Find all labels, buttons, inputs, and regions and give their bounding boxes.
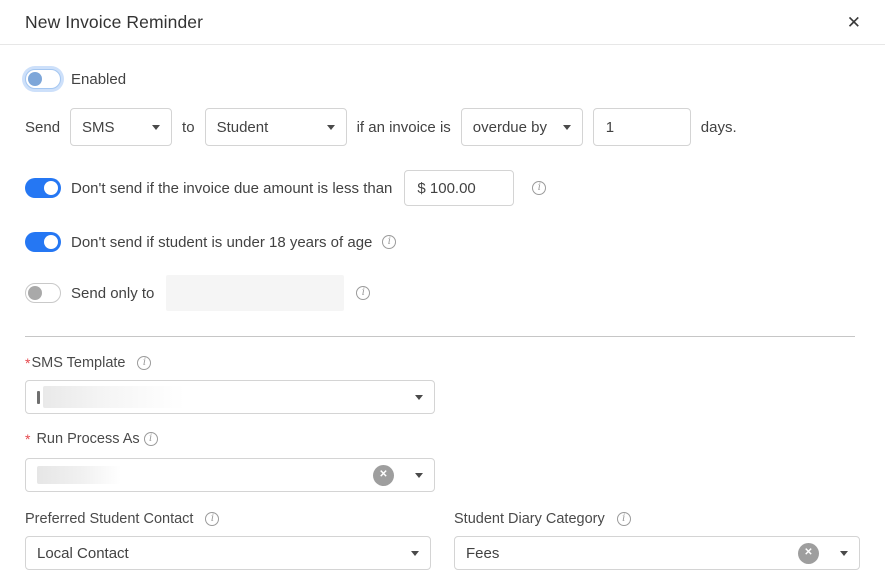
run-process-select[interactable]: ✕ bbox=[25, 458, 435, 492]
bottom-fields: Preferred Student Contact i Local Contac… bbox=[25, 511, 860, 570]
clear-icon[interactable]: ✕ bbox=[373, 465, 394, 486]
dialog-header: New Invoice Reminder ✕ bbox=[0, 0, 885, 45]
redacted-text-fragment bbox=[37, 391, 40, 404]
run-process-label: Run Process As bbox=[36, 431, 139, 447]
diary-category-select[interactable]: Fees ✕ bbox=[454, 536, 860, 570]
toggle-knob bbox=[28, 72, 42, 86]
condition-prefix-label: if an invoice is bbox=[357, 119, 451, 136]
section-divider bbox=[25, 336, 855, 337]
recipient-select[interactable]: Student bbox=[205, 108, 347, 146]
sms-template-select[interactable] bbox=[25, 380, 435, 414]
run-process-value-redacted bbox=[37, 466, 373, 484]
enabled-label: Enabled bbox=[71, 71, 126, 88]
min-amount-toggle[interactable] bbox=[25, 178, 61, 198]
dialog-title: New Invoice Reminder bbox=[25, 12, 203, 33]
chevron-down-icon bbox=[840, 551, 848, 556]
send-rule-row: Send SMS to Student if an invoice is ove… bbox=[25, 108, 860, 146]
under-age-row: Don't send if student is under 18 years … bbox=[25, 232, 860, 252]
dialog-body: Enabled Send SMS to Student if an invoic… bbox=[0, 69, 885, 570]
preferred-contact-field: Preferred Student Contact i Local Contac… bbox=[25, 511, 431, 570]
preferred-contact-value: Local Contact bbox=[37, 545, 129, 562]
chevron-down-icon bbox=[327, 125, 335, 130]
channel-select-value: SMS bbox=[82, 119, 115, 136]
info-icon[interactable]: i bbox=[382, 235, 396, 249]
diary-category-value: Fees bbox=[466, 545, 499, 562]
sms-template-label: SMS Template bbox=[31, 355, 125, 371]
min-amount-row: Don't send if the invoice due amount is … bbox=[25, 170, 860, 206]
diary-category-label-row: Student Diary Category i bbox=[454, 511, 860, 527]
send-only-row: Send only to i bbox=[25, 275, 860, 311]
clear-icon[interactable]: ✕ bbox=[798, 543, 819, 564]
redacted-text-blur bbox=[37, 466, 121, 484]
new-invoice-reminder-dialog: New Invoice Reminder ✕ Enabled Send SMS … bbox=[0, 0, 885, 585]
channel-select[interactable]: SMS bbox=[70, 108, 172, 146]
chevron-down-icon bbox=[415, 395, 423, 400]
preferred-contact-label-row: Preferred Student Contact i bbox=[25, 511, 431, 527]
required-asterisk: * bbox=[25, 431, 30, 447]
send-only-input[interactable] bbox=[166, 275, 344, 311]
toggle-knob bbox=[44, 235, 58, 249]
min-amount-label: Don't send if the invoice due amount is … bbox=[71, 180, 392, 197]
info-icon[interactable]: i bbox=[356, 286, 370, 300]
recipient-select-value: Student bbox=[217, 119, 269, 136]
run-process-label-row: * Run Process As i bbox=[25, 431, 860, 447]
condition-select-value: overdue by bbox=[473, 119, 547, 136]
days-suffix-label: days. bbox=[701, 119, 737, 136]
days-input[interactable] bbox=[593, 108, 691, 146]
under-age-toggle[interactable] bbox=[25, 232, 61, 252]
chevron-down-icon bbox=[415, 473, 423, 478]
redacted-text-blur bbox=[43, 386, 185, 408]
info-icon[interactable]: i bbox=[617, 512, 631, 526]
close-icon[interactable]: ✕ bbox=[847, 14, 861, 31]
enabled-toggle[interactable] bbox=[25, 69, 61, 89]
to-label: to bbox=[182, 119, 195, 136]
info-icon[interactable]: i bbox=[205, 512, 219, 526]
send-only-label: Send only to bbox=[71, 285, 154, 302]
condition-select[interactable]: overdue by bbox=[461, 108, 583, 146]
chevron-down-icon bbox=[563, 125, 571, 130]
info-icon[interactable]: i bbox=[144, 432, 158, 446]
preferred-contact-select[interactable]: Local Contact bbox=[25, 536, 431, 570]
min-amount-input[interactable] bbox=[404, 170, 514, 206]
send-prefix-label: Send bbox=[25, 119, 60, 136]
info-icon[interactable]: i bbox=[137, 356, 151, 370]
diary-category-field: Student Diary Category i Fees ✕ bbox=[454, 511, 860, 570]
chevron-down-icon bbox=[152, 125, 160, 130]
toggle-knob bbox=[44, 181, 58, 195]
under-age-label: Don't send if student is under 18 years … bbox=[71, 234, 372, 251]
send-only-toggle[interactable] bbox=[25, 283, 61, 303]
info-icon[interactable]: i bbox=[532, 181, 546, 195]
enabled-row: Enabled bbox=[25, 69, 860, 89]
chevron-down-icon bbox=[411, 551, 419, 556]
diary-category-label: Student Diary Category bbox=[454, 511, 605, 527]
required-asterisk: * bbox=[25, 355, 30, 371]
sms-template-label-row: * SMS Template i bbox=[25, 355, 860, 371]
preferred-contact-label: Preferred Student Contact bbox=[25, 511, 193, 527]
toggle-knob bbox=[28, 286, 42, 300]
sms-template-value-redacted bbox=[37, 386, 407, 408]
